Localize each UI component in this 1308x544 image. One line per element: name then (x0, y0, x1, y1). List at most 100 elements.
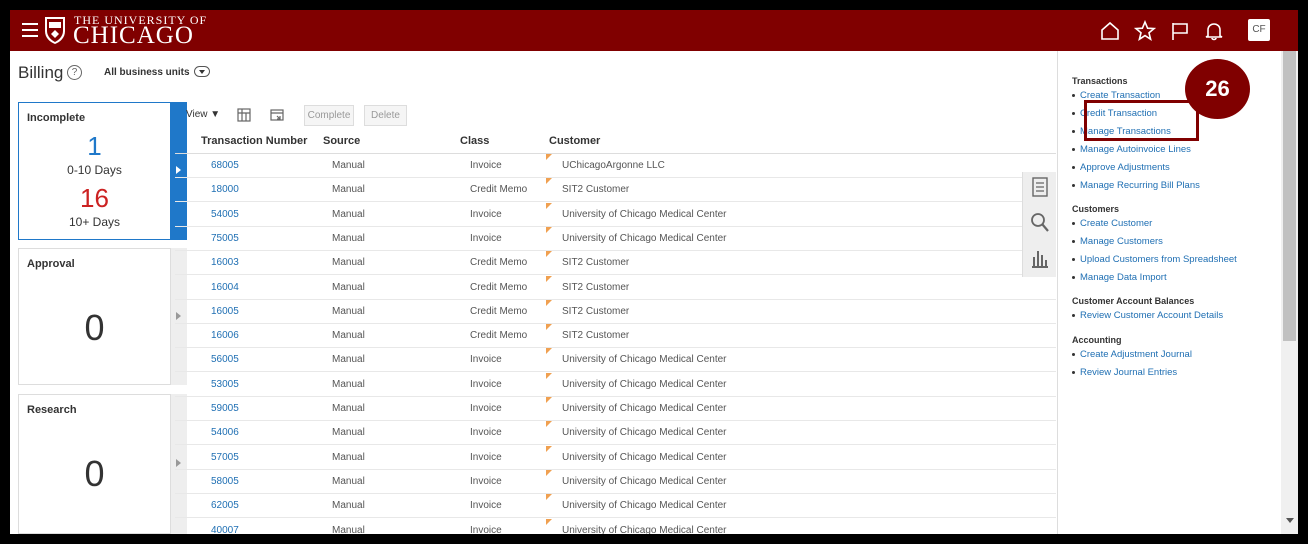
link-review-journal-entries[interactable]: Review Journal Entries (1071, 367, 1177, 378)
customer-cell: University of Chicago Medical Center (562, 427, 727, 439)
complete-button[interactable]: Complete (304, 105, 354, 126)
view-menu[interactable]: View ▼ (186, 109, 220, 120)
changed-indicator-icon (546, 518, 552, 525)
transaction-number-link[interactable]: 59005 (211, 403, 239, 414)
customer-cell: SIT2 Customer (562, 184, 630, 196)
incomplete-label-recent: 0-10 Days (67, 163, 122, 177)
transaction-number-link[interactable]: 18000 (211, 184, 239, 195)
table-row[interactable]: 56005 Manual Invoice University of Chicago … (175, 348, 1056, 373)
customer-cell: University of Chicago Medical Center (562, 451, 727, 463)
help-icon[interactable]: ? (67, 65, 82, 80)
changed-indicator-icon (546, 275, 552, 282)
home-icon[interactable] (1099, 20, 1121, 42)
transaction-number-link[interactable]: 16006 (211, 330, 239, 341)
transaction-number-link[interactable]: 16003 (211, 257, 239, 268)
link-approve-adjustments[interactable]: Approve Adjustments (1072, 162, 1170, 173)
changed-indicator-icon (546, 178, 552, 185)
table-row[interactable]: 16006 Manual Credit Memo SIT2 Customer (175, 324, 1056, 349)
source-cell: Manual (332, 500, 365, 512)
tile-incomplete[interactable]: Incomplete 1 0-10 Days 16 10+ Days (18, 102, 187, 240)
table-row[interactable]: 16004 Manual Credit Memo SIT2 Customer (175, 275, 1056, 300)
class-cell: Invoice (470, 475, 502, 487)
column-header-class[interactable]: Class (460, 135, 489, 147)
bell-icon[interactable] (1203, 20, 1225, 42)
customer-cell: University of Chicago Medical Center (562, 378, 727, 390)
link-manage-autoinvoice-lines[interactable]: Manage Autoinvoice Lines (1072, 144, 1191, 155)
link-create-customer[interactable]: Create Customer (1071, 218, 1152, 229)
transaction-number-link[interactable]: 58005 (211, 476, 239, 487)
tutorial-step-badge: 26 (1185, 59, 1250, 119)
transaction-number-link[interactable]: 16004 (211, 282, 239, 293)
incomplete-label-old: 10+ Days (68, 215, 121, 229)
user-avatar[interactable]: CF (1248, 19, 1270, 41)
business-unit-dropdown-icon[interactable] (194, 66, 210, 77)
link-upload-customers[interactable]: Upload Customers from Spreadsheet (1072, 254, 1237, 265)
table-row[interactable]: 53005 Manual Invoice University of Chicago … (175, 372, 1056, 397)
transaction-number-link[interactable]: 53005 (211, 379, 239, 390)
table-row[interactable]: 54006 Manual Invoice University of Chicago … (175, 421, 1056, 446)
changed-indicator-icon (546, 494, 552, 501)
tile-approval[interactable]: Approval 0 (18, 248, 187, 385)
tile-title: Research (27, 404, 77, 416)
customer-cell: University of Chicago Medical Center (562, 500, 727, 512)
table-row[interactable]: 16003 Manual Credit Memo SIT2 Customer (175, 251, 1056, 276)
table-row[interactable]: 58005 Manual Invoice University of Chicago … (175, 469, 1056, 494)
transaction-number-link[interactable]: 68005 (211, 160, 239, 171)
table-row[interactable]: 68005 Manual Invoice UChicagoArgonne LLC (175, 154, 1056, 178)
menu-icon[interactable] (22, 23, 38, 37)
table-row[interactable]: 16005 Manual Credit Memo SIT2 Customer (175, 299, 1056, 324)
transaction-number-link[interactable]: 40007 (211, 525, 239, 535)
source-cell: Manual (332, 475, 365, 487)
link-manage-data-import[interactable]: Manage Data Import (1072, 272, 1167, 283)
transaction-number-link[interactable]: 56005 (211, 354, 239, 365)
changed-indicator-icon (546, 154, 552, 160)
search-icon[interactable] (1030, 212, 1050, 234)
table-row[interactable]: 40007 Manual Invoice University of Chicago … (175, 518, 1056, 535)
scrollbar-thumb[interactable] (1283, 51, 1296, 341)
changed-indicator-icon (546, 348, 552, 355)
approval-count: 0 (84, 307, 105, 348)
transaction-number-link[interactable]: 62005 (211, 500, 239, 511)
table-row[interactable]: 75005 Manual Invoice University of Chicago … (175, 226, 1056, 251)
transaction-number-link[interactable]: 75005 (211, 233, 239, 244)
tasks-list-icon[interactable] (1030, 176, 1050, 198)
star-icon[interactable] (1134, 20, 1156, 42)
transaction-number-link[interactable]: 57005 (211, 452, 239, 463)
tile-research[interactable]: Research 0 (18, 394, 187, 534)
tasks-heading-accounting: Accounting (1072, 335, 1122, 345)
table-header: Transaction Number Source Class Customer (175, 130, 1056, 154)
link-review-customer-account-details[interactable]: Review Customer Account Details (1071, 310, 1223, 321)
global-header: THE UNIVERSITY OF CHICAGO CF (10, 10, 1298, 51)
changed-indicator-icon (546, 445, 552, 452)
source-cell: Manual (332, 305, 365, 317)
changed-indicator-icon (546, 421, 552, 428)
incomplete-count-old[interactable]: 16 (19, 183, 170, 214)
tutorial-highlight-box (1084, 100, 1199, 141)
page-title: Billing (18, 63, 64, 82)
reports-chart-icon[interactable] (1030, 247, 1050, 269)
column-header-transaction-number[interactable]: Transaction Number (201, 135, 307, 147)
table-row[interactable]: 54005 Manual Invoice University of Chicago … (175, 202, 1056, 227)
link-manage-customers[interactable]: Manage Customers (1072, 236, 1163, 247)
incomplete-count-recent[interactable]: 1 (19, 131, 170, 162)
column-header-source[interactable]: Source (323, 135, 360, 147)
transaction-number-link[interactable]: 16005 (211, 306, 239, 317)
column-header-customer[interactable]: Customer (549, 135, 600, 147)
link-create-adjustment-journal[interactable]: Create Adjustment Journal (1072, 349, 1192, 360)
source-cell: Manual (332, 184, 365, 196)
detach-table-icon[interactable] (269, 107, 285, 123)
link-manage-recurring-bill-plans[interactable]: Manage Recurring Bill Plans (1072, 180, 1200, 191)
transaction-number-link[interactable]: 54005 (211, 209, 239, 220)
delete-button[interactable]: Delete (364, 105, 407, 126)
tile-title: Incomplete (27, 112, 86, 124)
freeze-columns-icon[interactable] (236, 107, 252, 123)
scroll-down-arrow-icon[interactable] (1286, 518, 1294, 523)
table-row[interactable]: 57005 Manual Invoice University of Chicago … (175, 445, 1056, 470)
table-row[interactable]: 18000 Manual Credit Memo SIT2 Customer (175, 178, 1056, 203)
source-cell: Manual (332, 257, 365, 269)
table-row[interactable]: 62005 Manual Invoice University of Chicago … (175, 494, 1056, 519)
flag-icon[interactable] (1169, 20, 1191, 42)
transaction-number-link[interactable]: 54006 (211, 427, 239, 438)
changed-indicator-icon (546, 226, 552, 233)
table-row[interactable]: 59005 Manual Invoice University of Chicago … (175, 397, 1056, 421)
